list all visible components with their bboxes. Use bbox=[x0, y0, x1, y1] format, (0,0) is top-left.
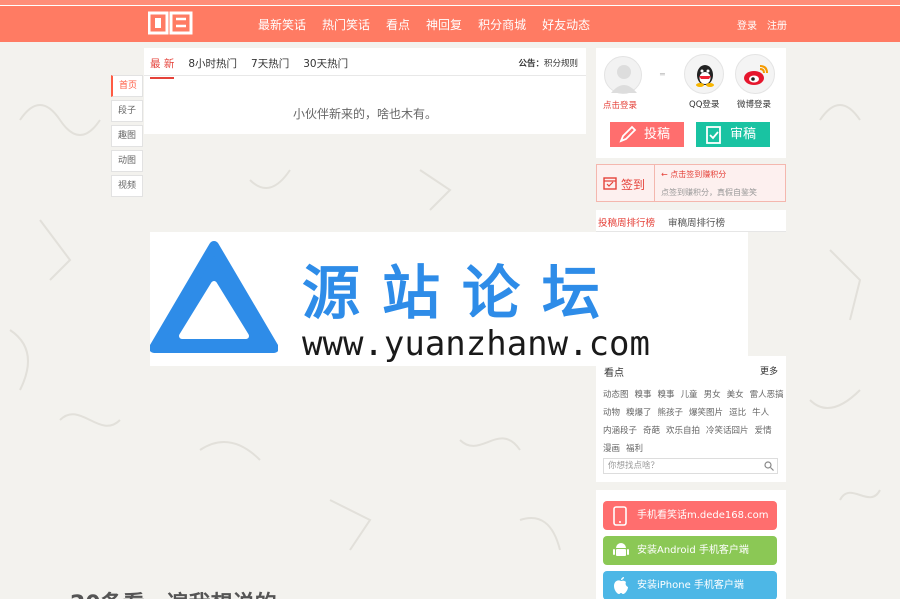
side-tab-home[interactable]: 首页 bbox=[111, 75, 143, 97]
sign-in-button[interactable]: 签到 bbox=[597, 165, 655, 201]
weibo-login-button[interactable] bbox=[735, 54, 775, 94]
tag-link[interactable]: 糗爆了 bbox=[626, 406, 652, 418]
side-tab-gifs[interactable]: 动图 bbox=[111, 150, 143, 172]
site-logo[interactable] bbox=[148, 10, 194, 36]
iphone-app-button[interactable]: 安装iPhone 手机客户端 bbox=[603, 571, 777, 599]
mobile-site-label: 手机看笑话m.dede168.com bbox=[637, 510, 769, 521]
announcement-label: 公告： bbox=[518, 59, 544, 69]
tag-link[interactable]: 奇葩 bbox=[643, 424, 660, 436]
calendar-icon bbox=[603, 177, 617, 190]
search-placeholder: 你想找点啥？ bbox=[608, 461, 660, 471]
triangle-logo bbox=[150, 241, 278, 353]
tag-link[interactable]: 糗事 bbox=[635, 388, 652, 400]
tag-link[interactable]: 欢乐自拍 bbox=[666, 424, 700, 436]
submit-post-label: 投稿 bbox=[644, 127, 671, 142]
sign-in-card[interactable]: 签到 ← 点击签到赚积分 点签到赚积分，真假自鉴笑 bbox=[596, 164, 786, 202]
login-panel: 点击登录 ═ QQ登录 微博登录 投稿 审稿 bbox=[596, 48, 786, 158]
nav-friend-activity[interactable]: 好友动态 bbox=[542, 16, 590, 33]
rank-tabs: 投稿周排行榜 审稿周排行榜 bbox=[596, 210, 786, 234]
tag-link[interactable]: 逗比 bbox=[729, 406, 746, 418]
weibo-icon bbox=[744, 65, 768, 85]
sign-in-hint-text: 点击签到赚积分 bbox=[670, 170, 727, 179]
tag-link[interactable]: 牛人 bbox=[752, 406, 769, 418]
side-tab-funny-pics[interactable]: 趣图 bbox=[111, 125, 143, 147]
weibo-login-label: 微博登录 bbox=[737, 100, 772, 110]
phone-icon bbox=[613, 506, 627, 526]
tag-link[interactable]: 动态图 bbox=[603, 388, 629, 400]
tag-link[interactable]: 雷人恶搞 bbox=[750, 388, 784, 400]
qq-icon bbox=[696, 65, 714, 87]
login-link[interactable]: 登录 bbox=[737, 17, 757, 32]
divider-dots: ═ bbox=[660, 70, 665, 79]
android-app-label: 安装Android 手机客户端 bbox=[637, 545, 749, 556]
user-icon bbox=[611, 65, 637, 93]
points-rules-link[interactable]: 积分规则 bbox=[544, 59, 578, 69]
nav-latest-jokes[interactable]: 最新笑话 bbox=[258, 16, 306, 33]
app-download-box: 手机看笑话m.dede168.com 安装Android 手机客户端 安装iPh… bbox=[596, 490, 786, 599]
tag-link[interactable]: 冷笑话囧片 bbox=[706, 424, 749, 436]
click-login-link[interactable]: 点击登录 bbox=[603, 99, 637, 111]
tab-divider bbox=[144, 75, 586, 76]
sign-in-label: 签到 bbox=[621, 178, 646, 192]
highlights-title: 看点 bbox=[604, 368, 624, 379]
account-links: 登录 注册 bbox=[737, 17, 787, 32]
tag-link[interactable]: 内涵段子 bbox=[603, 424, 637, 436]
partial-heading: 20条看一遍我想说的 bbox=[70, 586, 277, 599]
category-side-tabs: 首页 段子 趣图 动图 视频 bbox=[111, 75, 143, 200]
top-navbar: 最新笑话 热门笑话 看点 神回复 积分商城 好友动态 登录 注册 bbox=[0, 0, 900, 42]
side-tab-text-jokes[interactable]: 段子 bbox=[111, 100, 143, 122]
pencil-icon bbox=[619, 125, 637, 143]
apple-icon bbox=[614, 577, 628, 594]
sign-in-subtext: 点签到赚积分，真假自鉴笑 bbox=[661, 188, 757, 197]
review-post-button[interactable]: 审稿 bbox=[696, 122, 770, 147]
android-app-button[interactable]: 安装Android 手机客户端 bbox=[603, 536, 777, 565]
submit-post-button[interactable]: 投稿 bbox=[610, 122, 684, 147]
android-icon bbox=[613, 543, 629, 556]
review-icon bbox=[706, 126, 721, 144]
tag-link[interactable]: 熊孩子 bbox=[658, 406, 684, 418]
tag-link[interactable]: 男女 bbox=[704, 388, 721, 400]
iphone-app-label: 安装iPhone 手机客户端 bbox=[637, 580, 744, 591]
sign-in-hint: ← 点击签到赚积分 bbox=[661, 169, 726, 180]
tag-link[interactable]: 爆笑图片 bbox=[689, 406, 723, 418]
announcement: 公告：积分规则 bbox=[518, 57, 578, 69]
tag-link[interactable]: 动物 bbox=[603, 406, 620, 418]
nav-hot-jokes[interactable]: 热门笑话 bbox=[322, 16, 370, 33]
banner-title: 源站论坛 bbox=[302, 259, 623, 327]
search-input[interactable]: 你想找点啥？ bbox=[603, 458, 778, 474]
tab-review-weekly-rank[interactable]: 审稿周排行榜 bbox=[668, 215, 725, 229]
search-icon[interactable] bbox=[764, 461, 774, 471]
nav-god-replies[interactable]: 神回复 bbox=[426, 16, 462, 33]
top-accent-line bbox=[0, 0, 900, 6]
empty-state-message: 小伙伴新来的，啥也木有。 bbox=[292, 107, 437, 121]
main-nav: 最新笑话 热门笑话 看点 神回复 积分商城 好友动态 bbox=[258, 16, 590, 33]
tag-link[interactable]: 儿童 bbox=[681, 388, 698, 400]
qq-login-label: QQ登录 bbox=[689, 100, 720, 110]
side-tab-videos[interactable]: 视频 bbox=[111, 175, 143, 197]
tag-link[interactable]: 美女 bbox=[727, 388, 744, 400]
register-link[interactable]: 注册 bbox=[767, 17, 787, 32]
qq-login-button[interactable] bbox=[684, 54, 724, 94]
tag-link[interactable]: 福利 bbox=[626, 442, 643, 454]
highlights-box: 看点 更多 动态图 糗事 糗事 儿童 男女 美女 雷人恶搞 动物 糗爆了 熊孩子… bbox=[596, 356, 786, 482]
nav-points-mall[interactable]: 积分商城 bbox=[478, 16, 526, 33]
tag-cloud: 动态图 糗事 糗事 儿童 男女 美女 雷人恶搞 动物 糗爆了 熊孩子 爆笑图片 … bbox=[603, 388, 785, 454]
avatar[interactable] bbox=[604, 56, 642, 94]
arrow-left-icon: ← bbox=[661, 170, 671, 179]
tag-link[interactable]: 糗事 bbox=[658, 388, 675, 400]
nav-highlights[interactable]: 看点 bbox=[386, 16, 410, 33]
tag-link[interactable]: 爱情 bbox=[755, 424, 772, 436]
review-post-label: 审稿 bbox=[730, 127, 757, 142]
tag-link[interactable]: 漫画 bbox=[603, 442, 620, 454]
mobile-site-button[interactable]: 手机看笑话m.dede168.com bbox=[603, 501, 777, 530]
watermark-banner: 源站论坛 www.yuanzhanw.com bbox=[150, 232, 748, 366]
more-link[interactable]: 更多 bbox=[760, 364, 778, 377]
main-content-panel: 最 新 8小时热门 7天热门 30天热门 公告：积分规则 小伙伴新来的，啥也木有… bbox=[144, 48, 586, 134]
